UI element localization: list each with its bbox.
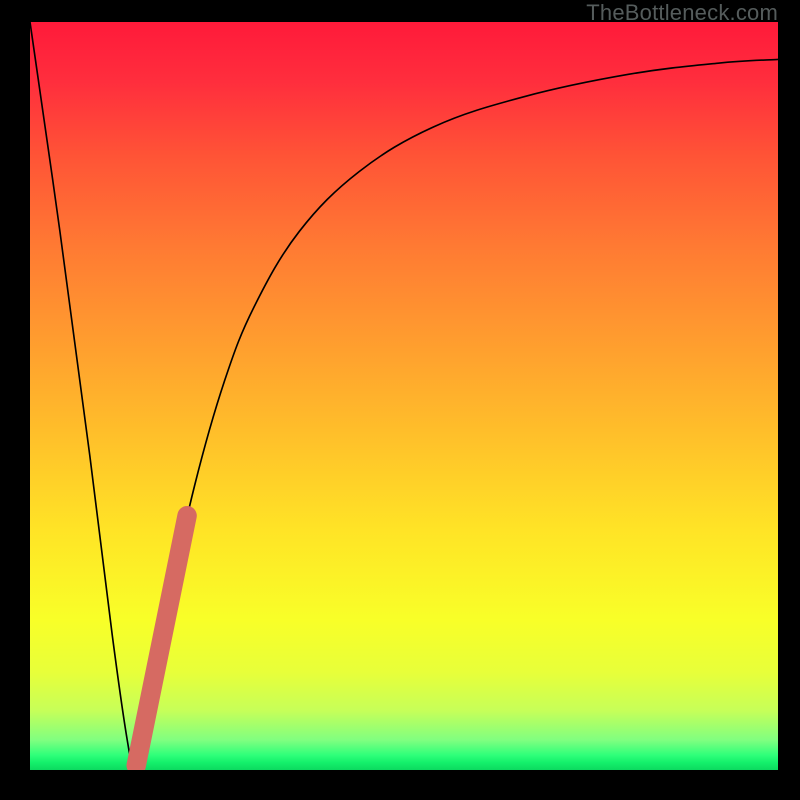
watermark-text: TheBottleneck.com — [586, 0, 778, 26]
chart-svg — [30, 22, 778, 770]
highlight-marker — [136, 516, 187, 766]
plot-area — [30, 22, 778, 770]
chart-frame: TheBottleneck.com — [0, 0, 800, 800]
bottleneck-curve — [30, 22, 778, 770]
